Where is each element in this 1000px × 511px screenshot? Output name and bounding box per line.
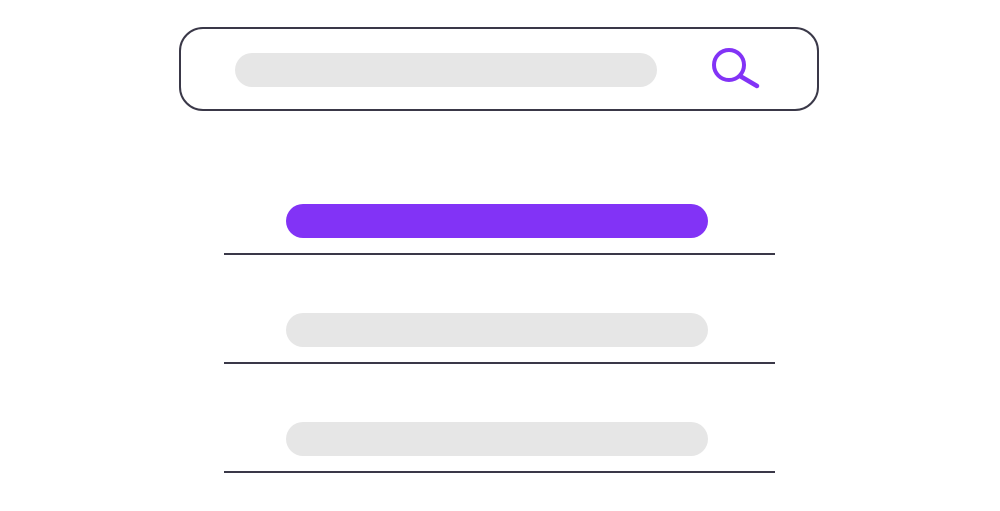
result-item-label	[286, 422, 708, 456]
result-item-1[interactable]	[224, 184, 776, 293]
result-item-label	[286, 204, 708, 238]
divider	[224, 253, 775, 255]
result-item-3[interactable]	[224, 402, 776, 511]
divider	[224, 362, 775, 364]
results-list	[224, 184, 776, 511]
search-input[interactable]	[235, 53, 657, 87]
result-item-label	[286, 313, 708, 347]
result-item-2[interactable]	[224, 293, 776, 402]
search-icon[interactable]	[709, 45, 767, 95]
search-bar	[179, 27, 819, 111]
divider	[224, 471, 775, 473]
